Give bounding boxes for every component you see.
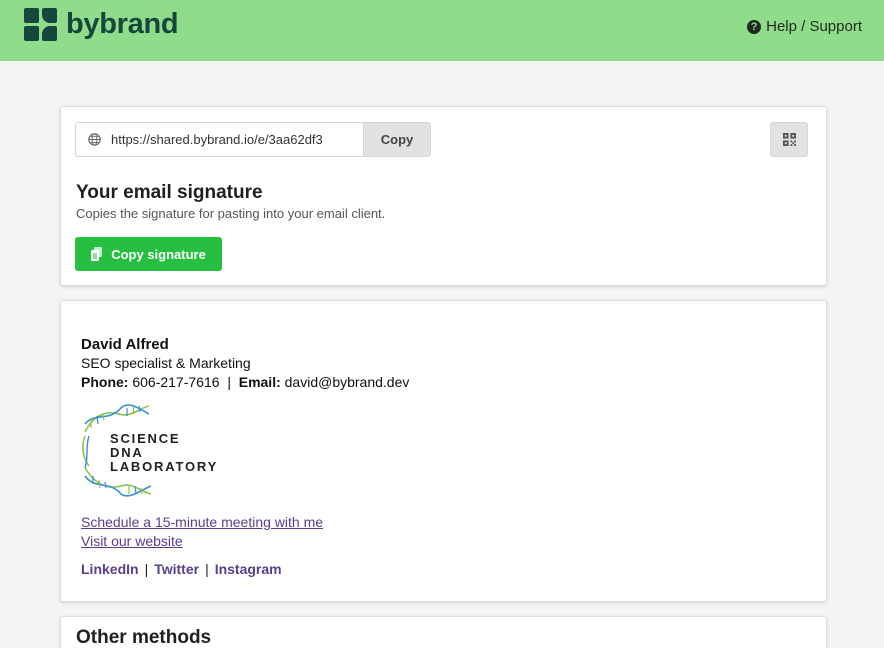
logo-text-block: SCIENCE DNA LABORATORY — [110, 432, 256, 474]
copy-signature-button[interactable]: Copy signature — [75, 237, 222, 271]
email-signature-title: Your email signature — [76, 182, 263, 203]
logo-line-science: SCIENCE — [110, 431, 181, 446]
help-support-link[interactable]: ? Help / Support — [747, 18, 862, 35]
social-separator: | — [205, 561, 209, 577]
twitter-link[interactable]: Twitter — [154, 561, 199, 577]
bybrand-logo-icon — [24, 8, 57, 41]
share-url-field[interactable]: https://shared.bybrand.io/e/3aa62df3 — [75, 122, 363, 157]
share-card: https://shared.bybrand.io/e/3aa62df3 Cop… — [60, 106, 827, 286]
phone-value[interactable]: 606-217-7616 — [132, 374, 219, 390]
share-url-text: https://shared.bybrand.io/e/3aa62df3 — [111, 132, 323, 147]
email-value[interactable]: david@bybrand.dev — [285, 374, 410, 390]
contact-separator: | — [227, 374, 231, 390]
social-separator: | — [144, 561, 149, 577]
email-signature-description: Copies the signature for pasting into yo… — [76, 206, 386, 221]
visit-website-link[interactable]: Visit our website — [81, 532, 409, 551]
science-dna-laboratory-logo: SCIENCE DNA LABORATORY — [81, 402, 256, 498]
top-bar: bybrand ? Help / Support — [0, 0, 884, 61]
other-methods-title: Other methods — [76, 627, 212, 648]
instagram-link[interactable]: Instagram — [215, 561, 282, 577]
help-support-label: Help / Support — [766, 18, 862, 35]
question-circle-icon: ? — [747, 19, 762, 34]
phone-label: Phone: — [81, 374, 129, 390]
logo-line-dna-laboratory: DNA LABORATORY — [110, 445, 219, 474]
signature-preview-card: David Alfred SEO specialist & Marketing … — [60, 300, 827, 602]
signature-preview: David Alfred SEO specialist & Marketing … — [81, 335, 409, 577]
copy-icon — [91, 247, 103, 261]
copy-signature-label: Copy signature — [111, 246, 206, 262]
globe-icon — [88, 133, 101, 146]
other-methods-card: Other methods — [60, 616, 827, 648]
qr-code-button[interactable] — [770, 122, 808, 157]
signature-name: David Alfred — [81, 336, 169, 353]
signature-links: Schedule a 15-minute meeting with me Vis… — [81, 513, 409, 551]
schedule-meeting-link[interactable]: Schedule a 15-minute meeting with me — [81, 513, 409, 532]
linkedin-link[interactable]: LinkedIn — [81, 561, 139, 577]
qr-code-icon — [782, 133, 796, 146]
social-links: LinkedIn | Twitter | Instagram — [81, 561, 409, 577]
bybrand-logo[interactable]: bybrand — [24, 8, 179, 41]
signature-role: SEO specialist & Marketing — [81, 355, 251, 371]
logo-text: bybrand — [66, 8, 179, 40]
copy-url-button[interactable]: Copy — [363, 122, 431, 157]
share-url-group: https://shared.bybrand.io/e/3aa62df3 Cop… — [75, 122, 431, 157]
signature-contact-line: Phone: 606-217-7616 | Email: david@bybra… — [81, 373, 409, 392]
email-label: Email: — [238, 374, 281, 390]
